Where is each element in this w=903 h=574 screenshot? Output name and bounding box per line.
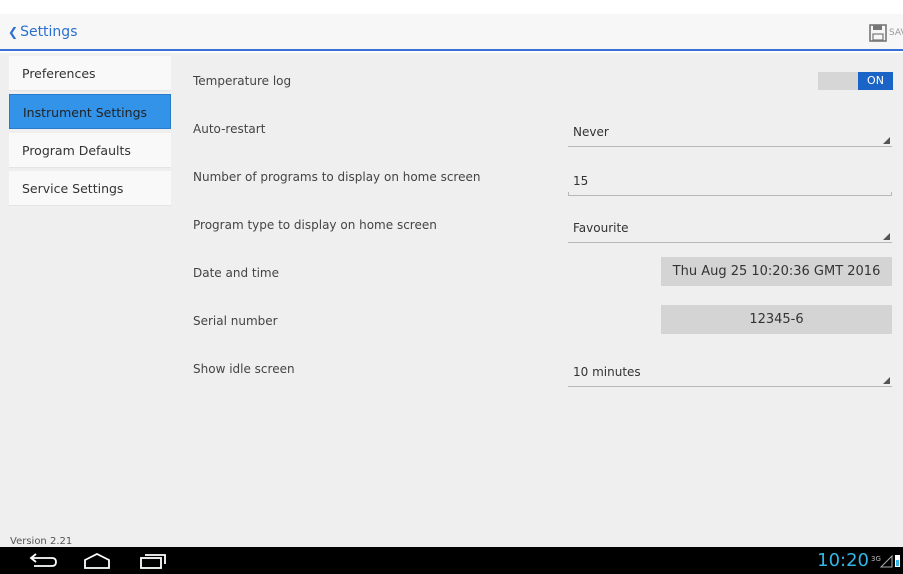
auto-restart-value: Never	[573, 125, 609, 139]
idle-screen-value: 10 minutes	[573, 365, 641, 379]
sidebar-item-program-defaults[interactable]: Program Defaults	[9, 133, 171, 168]
idle-screen-label: Show idle screen	[193, 362, 295, 376]
dropdown-underline	[568, 386, 892, 387]
chevron-left-icon: ❮	[8, 25, 19, 39]
serial-number-button[interactable]: 12345-6	[661, 305, 892, 334]
temperature-log-label: Temperature log	[193, 74, 292, 88]
save-label: SAVE	[889, 27, 903, 38]
floppy-disk-icon	[869, 23, 887, 42]
idle-screen-dropdown[interactable]: 10 minutes	[568, 357, 892, 387]
dropdown-underline	[568, 242, 892, 243]
programs-count-label: Number of programs to display on home sc…	[193, 170, 481, 184]
sidebar: Preferences Instrument Settings Program …	[0, 53, 171, 547]
dropdown-underline	[568, 146, 892, 147]
home-nav-icon[interactable]	[82, 551, 112, 570]
top-margin	[0, 0, 903, 14]
temperature-log-toggle[interactable]: ON	[818, 72, 893, 90]
auto-restart-dropdown[interactable]: Never	[568, 117, 892, 147]
input-tick-right	[891, 192, 892, 196]
settings-panel: Temperature log ON Auto-restart Never Nu…	[171, 53, 903, 547]
back-button[interactable]: ❮ Settings	[8, 14, 77, 51]
save-button[interactable]: SAVE	[869, 14, 903, 51]
network-type-label: 3G	[871, 555, 881, 563]
sidebar-item-preferences[interactable]: Preferences	[9, 56, 171, 91]
programs-count-input[interactable]: 15	[568, 166, 892, 196]
signal-battery-icon: 3G	[871, 554, 900, 568]
program-type-value: Favourite	[573, 221, 629, 235]
status-clock: 10:20	[817, 550, 869, 571]
version-label: Version 2.21	[10, 536, 73, 547]
serial-number-label: Serial number	[193, 314, 278, 328]
auto-restart-label: Auto-restart	[193, 122, 266, 136]
system-navigation-bar: 10:20 3G	[0, 547, 903, 574]
dropdown-arrow-icon	[883, 377, 890, 384]
input-underline	[568, 195, 892, 196]
program-type-dropdown[interactable]: Favourite	[568, 213, 892, 243]
dropdown-arrow-icon	[883, 233, 890, 240]
sidebar-item-service-settings[interactable]: Service Settings	[9, 171, 171, 206]
date-time-label: Date and time	[193, 266, 279, 280]
input-tick-left	[568, 192, 569, 196]
back-nav-icon[interactable]	[28, 551, 58, 570]
dropdown-arrow-icon	[883, 137, 890, 144]
back-label: Settings	[20, 24, 78, 40]
recent-apps-nav-icon[interactable]	[138, 551, 168, 570]
date-time-button[interactable]: Thu Aug 25 10:20:36 GMT 2016	[661, 257, 892, 286]
sidebar-item-instrument-settings[interactable]: Instrument Settings	[9, 94, 171, 129]
programs-count-value: 15	[573, 174, 589, 188]
action-bar: ❮Settings SAVE	[0, 14, 903, 51]
program-type-label: Program type to display on home screen	[193, 218, 437, 232]
toggle-on-label: ON	[858, 72, 893, 90]
